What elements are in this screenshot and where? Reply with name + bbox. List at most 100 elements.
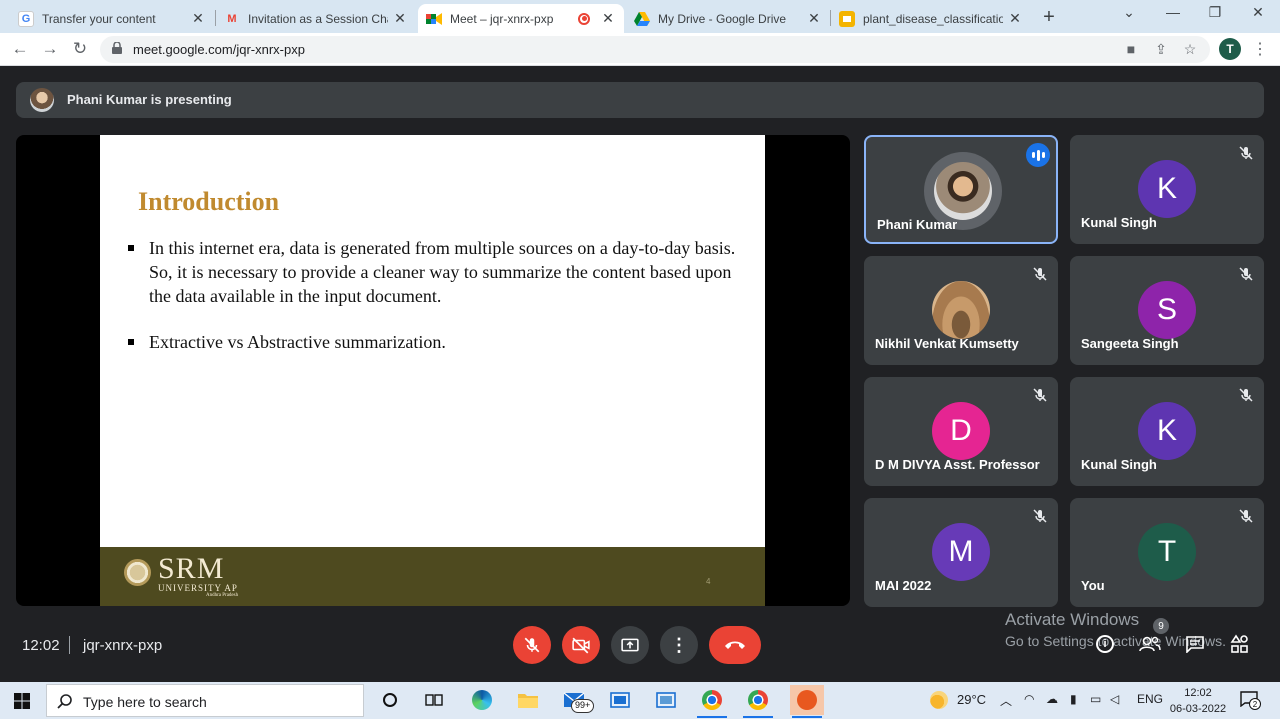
- mic-off-icon: [1033, 267, 1047, 281]
- camera-in-use-icon[interactable]: ■: [1122, 41, 1140, 57]
- chat-button[interactable]: [1183, 632, 1207, 656]
- tray-chevron-icon[interactable]: ︿: [1000, 692, 1012, 709]
- activities-button[interactable]: [1228, 632, 1252, 656]
- participant-tile-phani-kumar[interactable]: Phani Kumar: [864, 135, 1058, 244]
- tab-my-drive[interactable]: My Drive - Google Drive ✕: [626, 4, 830, 33]
- participant-tile-nikhil[interactable]: Nikhil Venkat Kumsetty: [864, 256, 1058, 365]
- profile-avatar[interactable]: T: [1219, 38, 1241, 60]
- mic-off-icon: [1033, 509, 1047, 523]
- restore-button[interactable]: ❐: [1205, 4, 1225, 21]
- battery-icon[interactable]: ▭: [1090, 692, 1101, 706]
- weather-icon: [930, 691, 948, 709]
- presenting-banner: Phani Kumar is presenting: [16, 82, 1264, 118]
- weather-temp[interactable]: 29°C: [957, 692, 986, 707]
- app-window-icon[interactable]: [608, 688, 632, 712]
- browser-menu-icon[interactable]: ⋮: [1252, 39, 1268, 59]
- more-options-button[interactable]: ⋮: [660, 626, 698, 664]
- address-bar[interactable]: meet.google.com/jqr-xnrx-pxp ■ ⇪ ☆: [100, 36, 1210, 63]
- participant-tile-mai-2022[interactable]: M MAI 2022: [864, 498, 1058, 607]
- minimize-button[interactable]: —: [1163, 4, 1183, 20]
- avatar: K: [1138, 160, 1196, 218]
- divider: [69, 636, 70, 654]
- present-now-button[interactable]: [611, 626, 649, 664]
- participant-tile-dm-divya[interactable]: D D M DIVYA Asst. Professor: [864, 377, 1058, 486]
- participant-name: Kunal Singh: [1081, 215, 1157, 230]
- camera-toggle-button[interactable]: [562, 626, 600, 664]
- cloud-icon[interactable]: ☁: [1046, 692, 1058, 706]
- close-icon[interactable]: ✕: [1007, 10, 1023, 27]
- tab-transfer-content[interactable]: G Transfer your content ✕: [10, 4, 214, 33]
- participant-name: Kunal Singh: [1081, 457, 1157, 472]
- mic-toggle-button[interactable]: [513, 626, 551, 664]
- tab-meet[interactable]: Meet – jqr-xnrx-pxp ✕: [418, 4, 624, 33]
- mail-unread-badge: 99+: [571, 699, 595, 713]
- cortana-icon[interactable]: [378, 688, 402, 712]
- file-explorer-icon[interactable]: [516, 688, 540, 712]
- slide-footer: SRM UNIVERSITY AP Andhra Pradesh 4: [100, 547, 765, 606]
- people-count-badge: 9: [1153, 618, 1169, 634]
- running-indicator: [697, 716, 727, 718]
- participant-tile-you[interactable]: T You: [1070, 498, 1264, 607]
- tab-title: Transfer your content: [42, 11, 156, 26]
- presenter-avatar: [30, 88, 54, 112]
- forward-button[interactable]: →: [40, 39, 60, 59]
- info-icon: i: [1096, 635, 1114, 653]
- bookmark-star-icon[interactable]: ☆: [1181, 41, 1199, 58]
- participant-tile-kunal-singh[interactable]: K Kunal Singh: [1070, 135, 1264, 244]
- speaking-indicator-icon: [1026, 143, 1050, 167]
- mic-off-icon: [1033, 388, 1047, 402]
- avatar: S: [1138, 281, 1196, 339]
- activities-icon: [1230, 634, 1248, 653]
- gmail-icon: M: [227, 12, 237, 25]
- close-window-button[interactable]: ✕: [1248, 4, 1268, 21]
- task-view-icon[interactable]: [422, 688, 446, 712]
- close-icon[interactable]: ✕: [392, 10, 408, 27]
- leave-call-button[interactable]: [709, 626, 761, 664]
- slide-title: Introduction: [138, 187, 280, 216]
- taskbar-search-box[interactable]: Type here to search: [46, 684, 364, 717]
- close-icon[interactable]: ✕: [190, 10, 206, 27]
- participant-name: You: [1081, 578, 1105, 593]
- edge-icon[interactable]: [470, 688, 494, 712]
- chrome-profile-icon[interactable]: [746, 688, 770, 712]
- tab-invitation[interactable]: M Invitation as a Session Chair/ ✕: [216, 4, 416, 33]
- activate-windows-title: Activate Windows: [1005, 610, 1140, 629]
- participant-photo: [934, 162, 992, 220]
- tab-search-chevron-icon[interactable]: ⌄: [1119, 4, 1139, 21]
- slides-icon: [839, 10, 855, 27]
- srm-logo-text: SRM: [158, 552, 225, 585]
- participant-tile-kunal-singh-2[interactable]: K Kunal Singh: [1070, 377, 1264, 486]
- participant-tile-sangeeta-singh[interactable]: S Sangeeta Singh: [1070, 256, 1264, 365]
- close-icon[interactable]: ✕: [806, 10, 822, 27]
- close-icon[interactable]: ✕: [600, 10, 616, 27]
- taskbar-clock[interactable]: 12:02 06-03-2022: [1169, 685, 1227, 717]
- notification-center-button[interactable]: 2: [1240, 691, 1261, 710]
- hang-up-icon: [725, 641, 745, 649]
- mic-tray-icon[interactable]: ▮: [1070, 692, 1077, 706]
- windows-start-icon[interactable]: [14, 693, 30, 709]
- participant-name: Sangeeta Singh: [1081, 336, 1179, 351]
- tab-title: Meet – jqr-xnrx-pxp: [450, 11, 554, 26]
- windows-taskbar: Type here to search 99+ 29°C ︿ ◠ ☁ ▮ ▭ ◁…: [0, 682, 1280, 719]
- avatar: T: [1138, 523, 1196, 581]
- chrome-icon[interactable]: [700, 688, 724, 712]
- app-window-icon-2[interactable]: [654, 688, 678, 712]
- google-g-icon: G: [18, 10, 34, 27]
- people-button[interactable]: [1138, 632, 1162, 656]
- reload-button[interactable]: ↻: [70, 39, 90, 59]
- wifi-icon[interactable]: ◠: [1024, 692, 1034, 706]
- avatar: K: [1138, 402, 1196, 460]
- presentation-app-icon[interactable]: [790, 685, 824, 715]
- share-icon[interactable]: ⇪: [1152, 41, 1170, 58]
- url-text: meet.google.com/jqr-xnrx-pxp: [133, 42, 305, 57]
- participant-name: MAI 2022: [875, 578, 932, 593]
- tab-plant-disease[interactable]: plant_disease_classification_ ✕: [831, 4, 1031, 33]
- back-button[interactable]: ←: [10, 39, 30, 59]
- new-tab-button[interactable]: +: [1038, 6, 1060, 29]
- slide-bullet: Extractive vs Abstractive summarization.: [128, 330, 754, 354]
- language-indicator[interactable]: ENG: [1137, 692, 1163, 706]
- clock-date: 06-03-2022: [1169, 703, 1227, 715]
- bullet-marker: [128, 339, 134, 345]
- meeting-details-button[interactable]: i: [1093, 632, 1117, 656]
- volume-icon[interactable]: ◁: [1110, 692, 1119, 706]
